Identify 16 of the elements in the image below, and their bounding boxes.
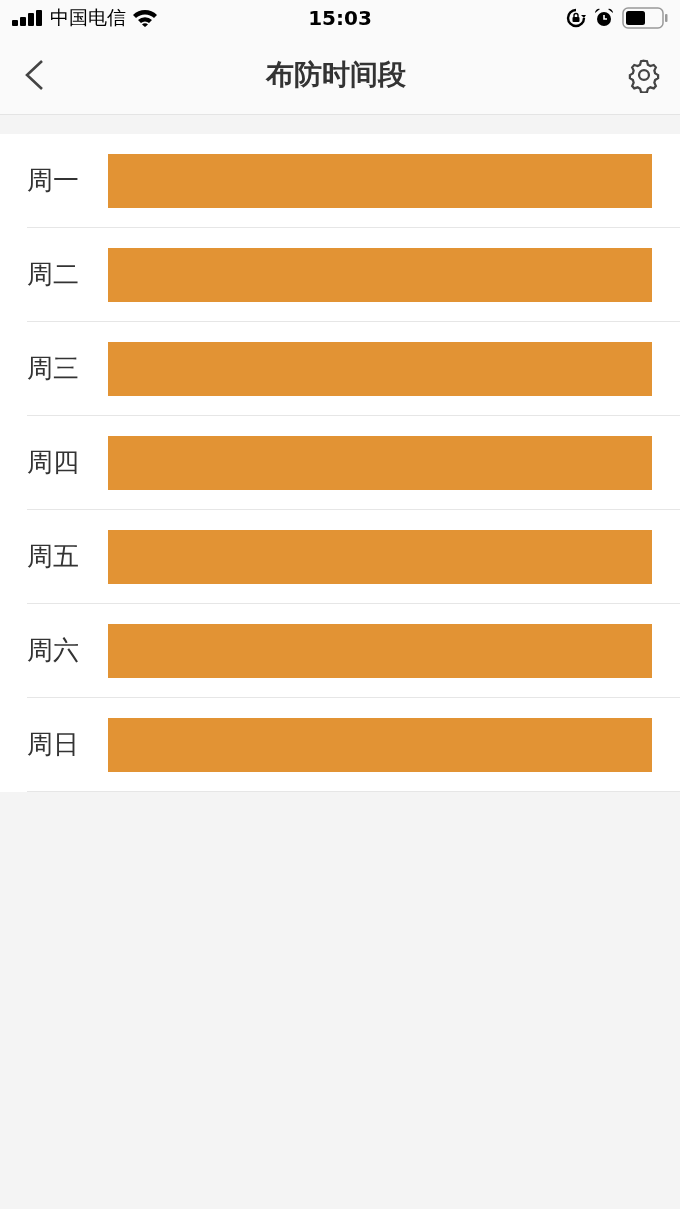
battery-icon <box>622 7 668 29</box>
day-label: 周日 <box>27 728 80 761</box>
signal-icon <box>12 10 44 26</box>
day-label: 周一 <box>27 164 80 197</box>
clock-time: 15:03 <box>308 6 372 30</box>
alarm-clock-icon <box>594 8 614 28</box>
page-title: 布防时间段 <box>266 57 406 93</box>
wifi-icon <box>132 9 158 27</box>
day-label: 周二 <box>27 258 80 291</box>
day-label: 周三 <box>27 352 80 385</box>
day-label: 周四 <box>27 446 80 479</box>
carrier-name: 中国电信 <box>50 5 126 30</box>
settings-button[interactable] <box>626 57 662 93</box>
day-label: 周六 <box>27 634 80 667</box>
day-label: 周五 <box>27 540 80 573</box>
rotation-lock-icon <box>566 8 586 28</box>
